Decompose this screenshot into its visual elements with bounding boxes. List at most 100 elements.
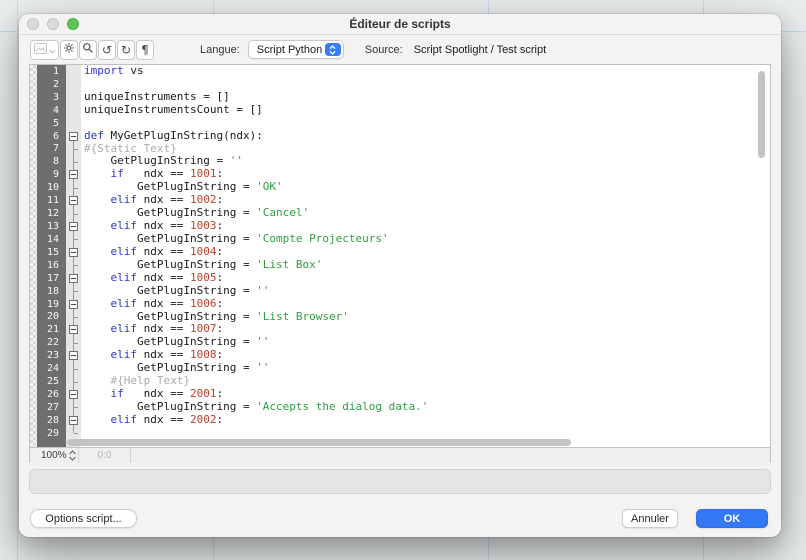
- popup-stepper-icon: [325, 43, 341, 56]
- line-number: 23: [37, 349, 66, 362]
- fold-marker: [66, 65, 81, 78]
- script-options-button[interactable]: Options script...: [30, 509, 137, 528]
- code-text: import vs: [81, 65, 770, 78]
- fold-marker[interactable]: [66, 207, 81, 220]
- fold-marker[interactable]: [66, 311, 81, 324]
- line-number: 9: [37, 168, 66, 181]
- cursor-position: 0:0: [79, 450, 130, 461]
- titlebar: Éditeur de scripts: [19, 14, 781, 35]
- fold-marker[interactable]: [66, 259, 81, 272]
- fold-marker[interactable]: [66, 298, 81, 311]
- toolbar: ↺ ↻ ¶ Langue: Script Python Source: Scri…: [19, 35, 781, 64]
- language-popup[interactable]: Script Python: [248, 40, 344, 59]
- line-number: 8: [37, 155, 66, 168]
- editor-margin: [30, 65, 37, 447]
- insert-script-icon: [34, 41, 47, 59]
- line-number: 1: [37, 65, 66, 78]
- search-button[interactable]: [79, 40, 97, 60]
- zoom-level: 100%: [30, 450, 67, 461]
- horizontal-scrollbar[interactable]: [67, 439, 571, 446]
- cancel-button[interactable]: Annuler: [622, 509, 678, 528]
- close-button[interactable]: [27, 18, 39, 30]
- fold-marker[interactable]: [66, 427, 81, 440]
- insert-script-button[interactable]: [30, 40, 59, 60]
- fold-marker[interactable]: [66, 130, 81, 143]
- code-region[interactable]: 1import vs23uniqueInstruments = []4uniqu…: [30, 65, 770, 447]
- fold-marker[interactable]: [66, 168, 81, 181]
- line-number: 14: [37, 233, 66, 246]
- line-number: 28: [37, 414, 66, 427]
- ok-button[interactable]: OK: [696, 509, 768, 528]
- line-number: 12: [37, 207, 66, 220]
- fold-marker[interactable]: [66, 414, 81, 427]
- code-line[interactable]: 1 import vs: [37, 65, 770, 78]
- fold-marker: [66, 117, 81, 130]
- code-lines: 1import vs23uniqueInstruments = []4uniqu…: [30, 65, 770, 447]
- fold-marker[interactable]: [66, 285, 81, 298]
- code-line[interactable]: 4uniqueInstrumentsCount = []: [37, 104, 770, 117]
- fold-marker[interactable]: [66, 362, 81, 375]
- language-popup-value: Script Python: [257, 44, 322, 56]
- background-gridline: [17, 0, 18, 560]
- fold-marker[interactable]: [66, 220, 81, 233]
- line-number: 21: [37, 323, 66, 336]
- window-title: Éditeur de scripts: [349, 17, 450, 31]
- fold-marker[interactable]: [66, 401, 81, 414]
- code-text: def MyGetPlugInString(ndx):: [81, 130, 770, 143]
- search-icon: [82, 41, 94, 59]
- code-text: elif ndx == 2002:: [81, 414, 770, 427]
- fold-marker[interactable]: [66, 233, 81, 246]
- line-number: 11: [37, 194, 66, 207]
- redo-button[interactable]: ↻: [117, 40, 135, 60]
- traffic-lights: [27, 18, 79, 30]
- line-number: 3: [37, 91, 66, 104]
- undo-icon: ↺: [102, 44, 112, 56]
- line-number: 6: [37, 130, 66, 143]
- source-label: Source:: [365, 44, 403, 56]
- zoom-stepper[interactable]: [67, 450, 78, 462]
- line-number: 22: [37, 336, 66, 349]
- line-number: 27: [37, 401, 66, 414]
- vertical-scrollbar[interactable]: [758, 71, 765, 158]
- line-number: 7: [37, 143, 66, 156]
- script-editor-window: Éditeur de scripts ↺ ↻ ¶: [19, 14, 781, 537]
- minimize-button[interactable]: [47, 18, 59, 30]
- fold-marker[interactable]: [66, 375, 81, 388]
- redo-icon: ↻: [121, 44, 131, 56]
- line-number: 29: [37, 427, 66, 440]
- status-spacer: [131, 448, 770, 463]
- fold-marker[interactable]: [66, 194, 81, 207]
- line-number: 20: [37, 311, 66, 324]
- fold-marker: [66, 78, 81, 91]
- code-text: uniqueInstrumentsCount = []: [81, 104, 770, 117]
- fold-marker[interactable]: [66, 181, 81, 194]
- show-invisibles-button[interactable]: ¶: [136, 40, 154, 60]
- fold-marker[interactable]: [66, 155, 81, 168]
- fold-marker[interactable]: [66, 349, 81, 362]
- settings-button[interactable]: [60, 40, 78, 60]
- fold-marker[interactable]: [66, 323, 81, 336]
- fold-marker[interactable]: [66, 246, 81, 259]
- undo-button[interactable]: ↺: [98, 40, 116, 60]
- line-number: 2: [37, 78, 66, 91]
- zoom-button[interactable]: [67, 18, 79, 30]
- code-line[interactable]: 29: [37, 427, 770, 440]
- line-number: 18: [37, 285, 66, 298]
- editor-status-strip: 100% 0:0: [30, 447, 770, 463]
- gear-icon: [63, 41, 75, 59]
- code-line[interactable]: 28 elif ndx == 2002:: [37, 414, 770, 427]
- line-number: 15: [37, 246, 66, 259]
- line-number: 26: [37, 388, 66, 401]
- chevron-down-icon: [49, 41, 56, 59]
- line-number: 25: [37, 375, 66, 388]
- fold-marker[interactable]: [66, 272, 81, 285]
- code-text: [81, 427, 770, 440]
- fold-marker[interactable]: [66, 336, 81, 349]
- code-editor: 1import vs23uniqueInstruments = []4uniqu…: [29, 64, 771, 463]
- fold-marker[interactable]: [66, 388, 81, 401]
- line-number: 19: [37, 298, 66, 311]
- fold-marker[interactable]: [66, 143, 81, 156]
- pilcrow-icon: ¶: [141, 44, 149, 56]
- fold-marker: [66, 104, 81, 117]
- line-number: 17: [37, 272, 66, 285]
